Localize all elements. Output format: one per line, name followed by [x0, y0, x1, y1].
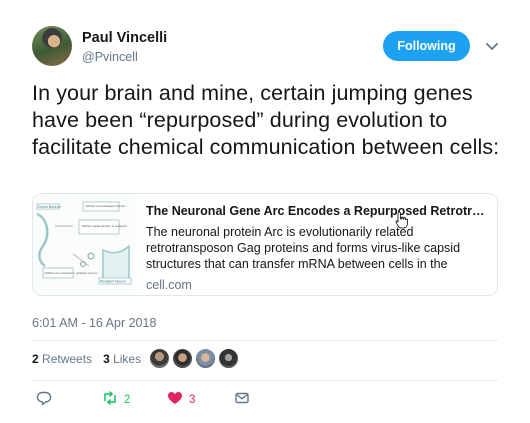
reply-button[interactable]	[36, 390, 52, 409]
user-handle[interactable]: @Pvincell	[82, 50, 138, 64]
graphical-abstract-image: Donor Neuron mRNAs are packaged into Arc…	[33, 194, 137, 295]
tweet-timestamp[interactable]: 6:01 AM - 16 Apr 2018	[32, 316, 156, 330]
liker-avatars	[149, 348, 239, 369]
likes-stat[interactable]: 3 Likes	[103, 352, 141, 366]
action-bar: 2 3	[32, 390, 498, 408]
like-button[interactable]: 3	[167, 390, 195, 409]
retweets-stat[interactable]: 2 Retweets	[32, 352, 92, 366]
retweet-count: 2	[124, 393, 131, 406]
liker-avatar[interactable]	[218, 348, 239, 369]
envelope-icon	[234, 390, 250, 409]
retweet-button[interactable]: 2	[102, 390, 130, 409]
divider	[32, 340, 498, 341]
reply-icon	[36, 390, 52, 409]
thumb-label-box1: mRNAs are packaged into Arc...	[85, 204, 128, 208]
tweet-text: In your brain and mine, certain jumping …	[32, 81, 500, 159]
avatar[interactable]	[32, 26, 72, 66]
heart-icon	[167, 390, 183, 409]
thumb-label-donor: Donor Neuron	[38, 205, 61, 209]
message-button[interactable]	[234, 390, 250, 409]
retweets-count: 2	[32, 352, 39, 366]
likes-count: 3	[103, 352, 110, 366]
following-button[interactable]: Following	[383, 31, 470, 61]
retweet-icon	[102, 390, 118, 409]
engagement-stats: 2 Retweets 3 Likes	[32, 352, 141, 366]
like-count: 3	[189, 393, 196, 406]
divider	[32, 380, 498, 381]
thumb-label-box3: mRNAs are released in recipient neuron	[44, 271, 98, 275]
retweets-label: Retweets	[42, 352, 93, 366]
liker-avatar[interactable]	[149, 348, 170, 369]
card-description: The neuronal protein Arc is evolutionari…	[146, 225, 461, 271]
thumb-label-recipient: Recipient Neuron	[100, 280, 126, 284]
thumb-label-box2: mRNAs signal transfer to recipient...	[81, 224, 129, 228]
card-title[interactable]: The Neuronal Gene Arc Encodes a Repurpos…	[146, 203, 486, 219]
card-thumbnail: Donor Neuron mRNAs are packaged into Arc…	[33, 194, 137, 295]
liker-avatar[interactable]	[172, 348, 193, 369]
card-domain: cell.com	[146, 278, 192, 292]
user-name[interactable]: Paul Vincelli	[82, 30, 167, 46]
hand-cursor-icon	[395, 211, 409, 229]
chevron-down-icon[interactable]	[484, 38, 500, 54]
likes-label: Likes	[113, 352, 142, 366]
liker-avatar[interactable]	[195, 348, 216, 369]
link-card[interactable]: Donor Neuron mRNAs are packaged into Arc…	[32, 193, 498, 296]
